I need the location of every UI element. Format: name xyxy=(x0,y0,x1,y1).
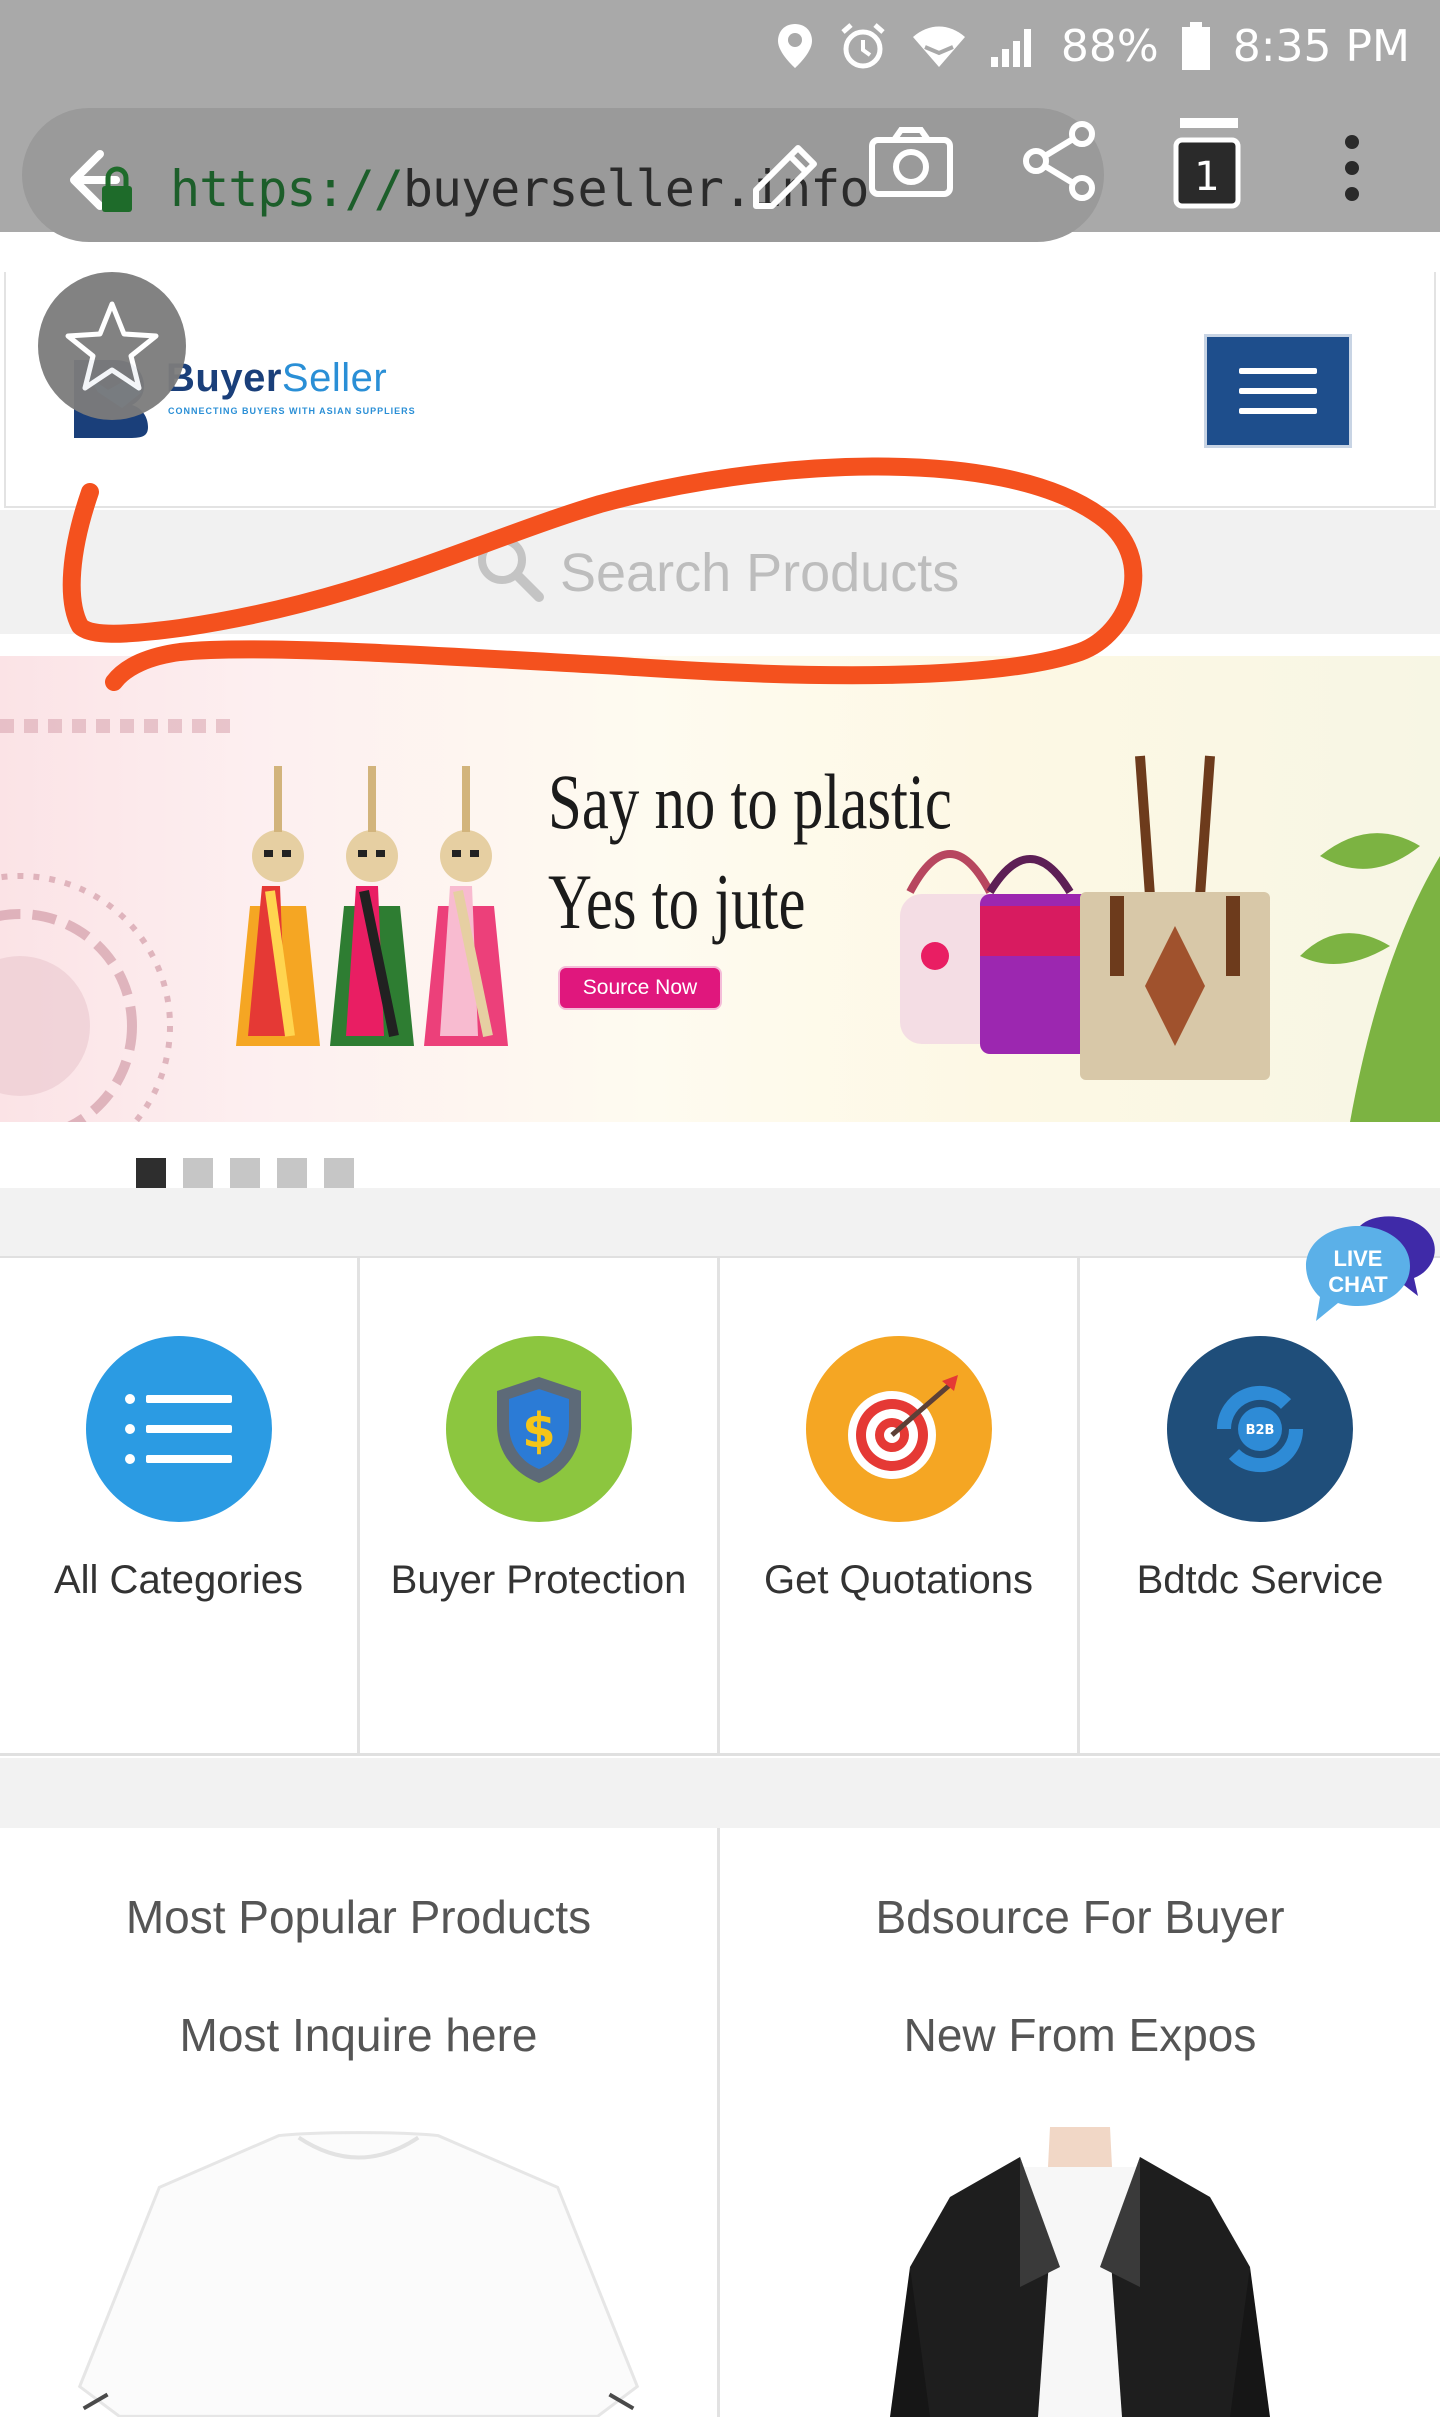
leather-jacket-image[interactable] xyxy=(720,2127,1440,2417)
hamburger-line xyxy=(1239,368,1317,374)
location-icon xyxy=(775,22,815,70)
promo-banner[interactable]: Say no to plastic Yes to jute Source Now xyxy=(0,656,1440,1122)
carousel-dot[interactable] xyxy=(230,1158,260,1188)
search-icon[interactable] xyxy=(474,532,546,609)
live-chat-button[interactable]: LIVE CHAT xyxy=(1296,1214,1440,1333)
product-sections: Most Popular Products Most Inquire here … xyxy=(0,1828,1440,2417)
most-popular-products-section[interactable]: Most Popular Products Most Inquire here xyxy=(0,1828,720,2417)
target-icon xyxy=(805,1336,992,1522)
white-tshirt-image[interactable] xyxy=(0,2127,717,2417)
tile-all-categories[interactable]: All Categories xyxy=(0,1258,360,1753)
tile-get-quotations[interactable]: Get Quotations xyxy=(720,1258,1080,1753)
section-title[interactable]: Most Popular Products xyxy=(0,1890,717,1944)
section-subtitle[interactable]: Most Inquire here xyxy=(0,2008,717,2062)
b2b-cycle-icon: B2B xyxy=(1167,1336,1353,1522)
star-icon xyxy=(65,301,159,391)
logo-wordmark: BuyerSeller xyxy=(166,356,387,401)
back-arrow-icon[interactable] xyxy=(66,146,146,227)
hamburger-menu-button[interactable] xyxy=(1204,334,1352,448)
source-now-button[interactable]: Source Now xyxy=(560,968,720,1008)
carousel-dot[interactable] xyxy=(183,1158,213,1188)
edit-pencil-icon[interactable] xyxy=(746,140,822,221)
signal-icon xyxy=(989,23,1039,69)
battery-icon xyxy=(1181,21,1211,71)
tile-buyer-protection[interactable]: $ Buyer Protection xyxy=(360,1258,720,1753)
bookmark-star-button[interactable] xyxy=(38,272,186,420)
carousel-dot[interactable] xyxy=(136,1158,166,1188)
banner-line-1: Say no to plastic xyxy=(548,758,952,845)
service-tiles: All Categories $ Buyer Protection Get Qu… xyxy=(0,1256,1440,1756)
status-bar: 88% 8:35 PM xyxy=(0,0,1440,92)
banner-line-2: Yes to jute xyxy=(548,857,806,945)
svg-text:B2B: B2B xyxy=(1246,1423,1275,1438)
more-vert-icon[interactable] xyxy=(1332,132,1372,209)
svg-text:1: 1 xyxy=(1194,154,1219,200)
camera-icon[interactable] xyxy=(868,126,954,203)
live-chat-icon: LIVE CHAT xyxy=(1306,1216,1435,1321)
tile-label: All Categories xyxy=(53,1558,303,1602)
logo-seller: Seller xyxy=(281,356,388,400)
carousel-dot[interactable] xyxy=(277,1158,307,1188)
banner-headline: Say no to plastic Yes to jute xyxy=(548,752,952,952)
live-chat-line-1: LIVE xyxy=(1334,1246,1383,1271)
battery-percent: 88% xyxy=(1060,20,1159,72)
hamburger-line xyxy=(1239,388,1317,394)
share-icon[interactable] xyxy=(1022,120,1098,207)
svg-text:$: $ xyxy=(522,1403,555,1459)
tile-label: Bdtdc Service xyxy=(1136,1558,1384,1602)
section-title[interactable]: Bdsource For Buyer xyxy=(720,1890,1440,1944)
logo-tagline: CONNECTING BUYERS WITH ASIAN SUPPLIERS xyxy=(168,406,416,416)
hamburger-line xyxy=(1239,408,1317,414)
section-divider xyxy=(0,1758,1440,1828)
section-subtitle[interactable]: New From Expos xyxy=(720,2008,1440,2062)
bdsource-for-buyer-section[interactable]: Bdsource For Buyer New From Expos xyxy=(720,1828,1440,2417)
tile-label: Get Quotations xyxy=(763,1558,1034,1602)
clock-time: 8:35 PM xyxy=(1232,20,1410,72)
list-icon xyxy=(85,1336,272,1522)
carousel-dot[interactable] xyxy=(324,1158,354,1188)
alarm-icon xyxy=(837,20,889,72)
wifi-icon xyxy=(911,23,967,69)
url-scheme: https:// xyxy=(170,160,404,218)
tabs-icon[interactable]: 1 xyxy=(1172,112,1244,217)
shield-dollar-icon: $ xyxy=(445,1336,632,1522)
live-chat-line-2: CHAT xyxy=(1328,1272,1388,1297)
search-input[interactable] xyxy=(560,528,1160,618)
section-divider xyxy=(0,1188,1440,1258)
tile-label: Buyer Protection xyxy=(390,1558,687,1602)
browser-toolbar: https://buyerseller.info 1 xyxy=(0,92,1440,242)
carousel-pagination xyxy=(136,1158,354,1188)
